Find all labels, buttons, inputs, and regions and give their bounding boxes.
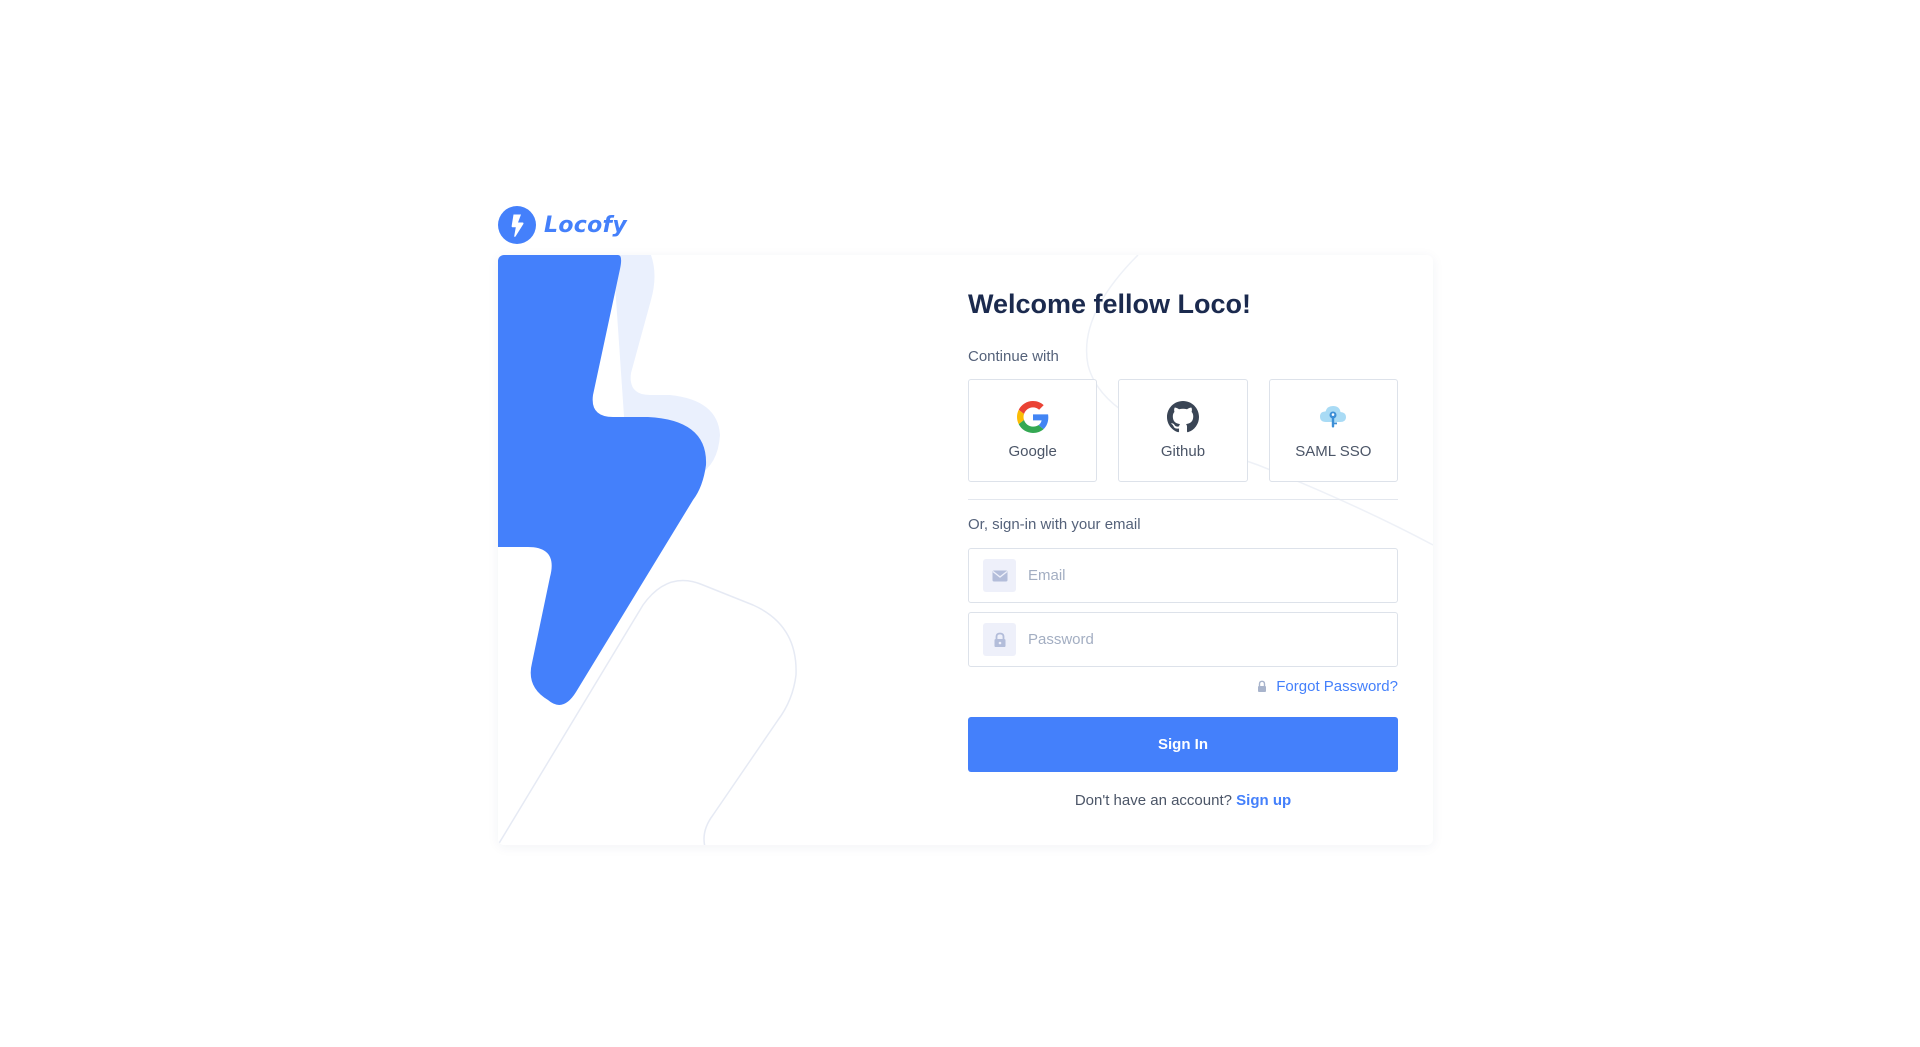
section-divider	[968, 499, 1398, 500]
lightning-logo-icon	[498, 206, 536, 244]
email-input[interactable]	[1028, 555, 1397, 596]
forgot-password-link[interactable]: Forgot Password?	[1256, 678, 1398, 695]
no-account-text: Don't have an account?	[1074, 792, 1232, 809]
continue-with-label: Continue with	[968, 348, 1059, 365]
saml-sso-label: SAML SSO	[1295, 443, 1372, 460]
saml-sso-signin-button[interactable]: SAML SSO	[1268, 379, 1398, 482]
email-icon	[983, 559, 1016, 592]
signup-prompt: Don't have an account? Sign up	[968, 792, 1398, 809]
github-label: Github	[1160, 443, 1206, 460]
password-field	[968, 612, 1398, 667]
google-signin-button[interactable]: Google	[968, 379, 1098, 482]
sign-up-link[interactable]: Sign up	[1236, 792, 1291, 809]
email-field	[968, 548, 1398, 603]
github-icon	[1166, 401, 1199, 433]
page-title: Welcome fellow Loco!	[968, 289, 1252, 319]
oauth-providers: Google Github SAML SSO	[968, 379, 1398, 482]
google-icon	[1016, 401, 1048, 433]
saml-sso-icon	[1320, 406, 1347, 428]
login-card: Welcome fellow Loco! Continue with Googl…	[498, 255, 1433, 845]
google-label: Google	[1008, 443, 1057, 460]
brand-logo[interactable]: Locofy	[498, 206, 627, 244]
sign-in-button[interactable]: Sign In	[968, 717, 1398, 772]
email-section-label: Or, sign-in with your email	[968, 516, 1141, 533]
small-lock-icon	[1258, 680, 1267, 692]
github-signin-button[interactable]: Github	[1118, 379, 1248, 482]
password-input[interactable]	[1028, 619, 1397, 660]
forgot-password-label: Forgot Password?	[1276, 678, 1398, 695]
brand-name: Locofy	[544, 212, 628, 238]
lock-icon	[983, 623, 1016, 656]
